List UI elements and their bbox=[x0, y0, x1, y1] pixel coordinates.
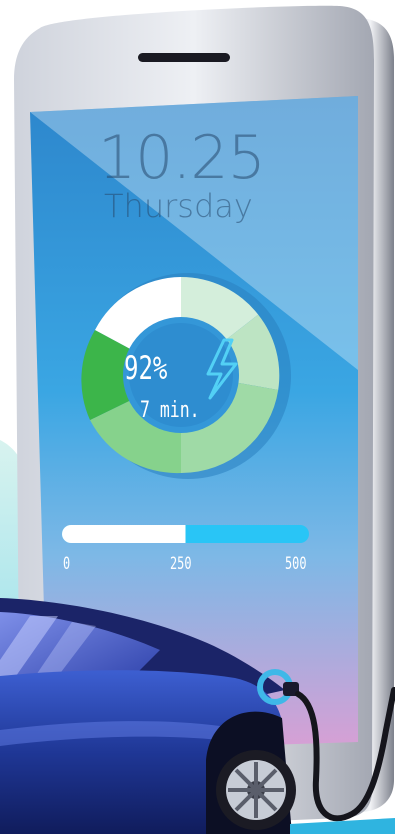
car-wheel bbox=[206, 711, 296, 834]
charge-time-remaining: 7 min. bbox=[140, 398, 200, 423]
illustration: 10.25 Thursday 92% 7 min. 0 250 500 bbox=[0, 0, 395, 834]
range-bar-fill bbox=[62, 525, 186, 543]
range-tick-mid: 250 bbox=[170, 554, 192, 574]
lock-day: Thursday bbox=[104, 187, 253, 225]
range-tick-max: 500 bbox=[285, 554, 307, 574]
lock-time: 10.25 bbox=[98, 123, 266, 193]
speaker-slot-icon bbox=[138, 53, 230, 62]
range-tick-min: 0 bbox=[63, 554, 71, 574]
charge-percent: 92% bbox=[124, 349, 168, 387]
range-bar-fill-edge bbox=[175, 525, 186, 543]
